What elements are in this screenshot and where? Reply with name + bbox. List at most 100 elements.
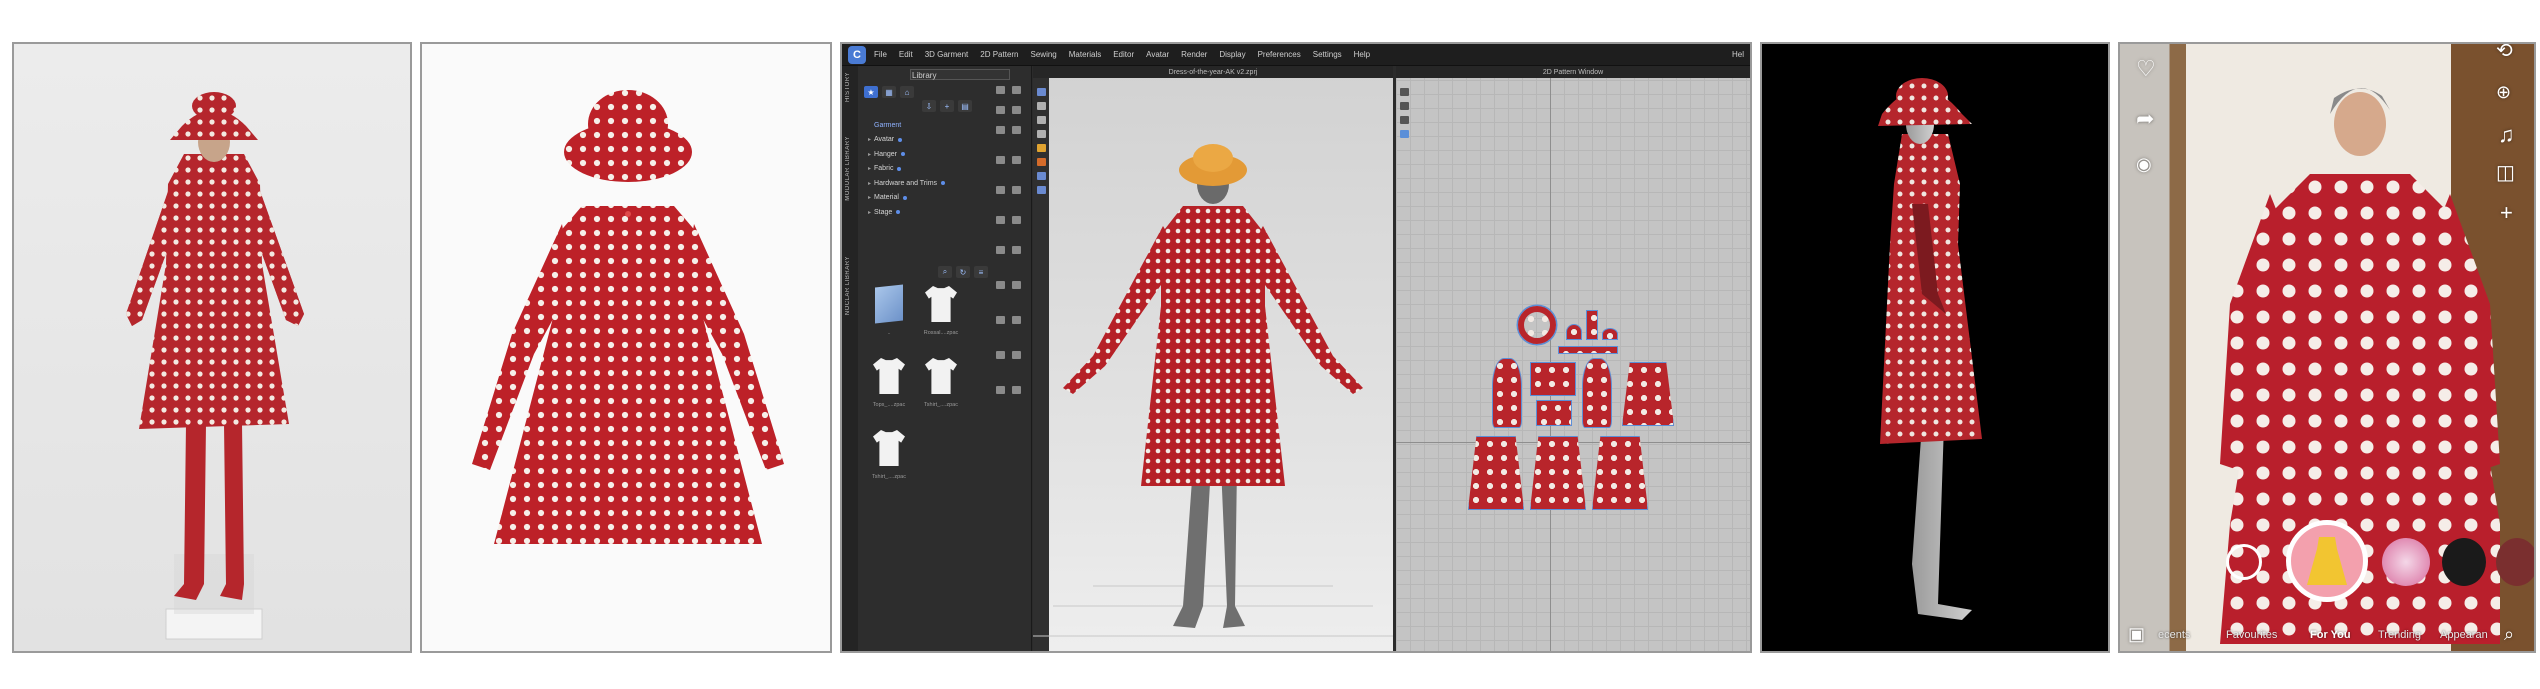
menu-render[interactable]: Render <box>1181 50 1207 59</box>
star-icon[interactable]: ★ <box>864 86 878 98</box>
effect-selected-button[interactable] <box>2286 520 2368 602</box>
fold-tool-icon[interactable] <box>996 106 1005 114</box>
menu-sewing[interactable]: Sewing <box>1031 50 1057 59</box>
pattern-piece-hat-brim[interactable] <box>1518 306 1556 344</box>
pattern-piece-skirt-back[interactable] <box>1622 362 1674 426</box>
menu-editor[interactable]: Editor <box>1113 50 1134 59</box>
effect-option-avatar[interactable] <box>2442 538 2486 586</box>
plus-icon[interactable]: + <box>2500 200 2513 226</box>
record-button[interactable] <box>2226 544 2262 580</box>
tree-item-hanger[interactable]: ▸ Hanger <box>868 147 945 162</box>
menu-help-right[interactable]: Hel <box>1732 50 1744 59</box>
grid-icon[interactable]: ▦ <box>882 86 896 98</box>
arrangement-tool-icon[interactable] <box>1012 281 1021 289</box>
tree-item-material[interactable]: ▸ Material <box>868 191 945 206</box>
gizmo-tool-icon[interactable] <box>1012 386 1021 394</box>
refresh-icon[interactable]: ↻ <box>956 266 970 278</box>
tree-item-garment[interactable]: Garment <box>868 118 945 133</box>
puckering-tool-icon[interactable] <box>1012 246 1021 254</box>
select-tool-icon[interactable] <box>996 86 1005 94</box>
search-effects-icon[interactable]: ⌕ <box>2504 624 2514 645</box>
thumb-garment[interactable]: Tops_....zpac <box>866 358 912 420</box>
measure-tool-icon[interactable] <box>996 126 1005 134</box>
tree-item-avatar[interactable]: ▸ Avatar <box>868 133 945 148</box>
pattern-piece-waistband[interactable] <box>1558 346 1618 354</box>
thumb-garment[interactable]: Rossal....zpac <box>918 286 964 348</box>
tab-noclar-library[interactable]: NOCLAR LIBRARY <box>845 256 851 315</box>
pattern-piece-skirt-front-right[interactable] <box>1592 436 1648 510</box>
menu-materials[interactable]: Materials <box>1069 50 1101 59</box>
download-icon[interactable]: ⇩ <box>922 100 936 112</box>
thumb-garment[interactable]: Tshirt_....zpac <box>866 430 912 492</box>
eye-icon[interactable]: ◉ <box>2136 154 2152 175</box>
pin-tool-icon[interactable] <box>1012 106 1021 114</box>
nav-appearance[interactable]: Appearan <box>2440 629 2488 641</box>
texture-tool-icon[interactable] <box>1012 156 1021 164</box>
nav-for-you[interactable]: For You <box>2310 629 2351 641</box>
2d-select-icon[interactable] <box>1400 88 1409 96</box>
brush-tool-icon[interactable] <box>996 156 1005 164</box>
seam-tool-icon[interactable] <box>1012 186 1021 194</box>
nav-recents[interactable]: ecents <box>2158 629 2190 641</box>
tree-item-stage[interactable]: ▸ Stage <box>868 205 945 220</box>
tack-tool-icon[interactable] <box>1012 126 1021 134</box>
menu-help[interactable]: Help <box>1354 50 1370 59</box>
grid-view-icon[interactable]: ▤ <box>958 100 972 112</box>
2d-pattern-window[interactable]: 2D Pattern Window <box>1396 66 1750 651</box>
pattern-piece-hat-crown[interactable] <box>1566 324 1582 340</box>
hanger-tool-icon[interactable] <box>1012 316 1021 324</box>
tab-history[interactable]: HISTORY <box>845 72 851 102</box>
music-icon[interactable]: ♫ <box>2498 122 2515 148</box>
app-logo: C <box>848 45 866 64</box>
menu-settings[interactable]: Settings <box>1313 50 1342 59</box>
search-icon[interactable]: ⌕ <box>938 266 952 278</box>
flip-camera-icon[interactable]: ⟲ <box>2496 44 2513 63</box>
nav-favourites[interactable]: Favourites <box>2226 629 2277 641</box>
pattern-piece-hat-top[interactable] <box>1602 328 1618 340</box>
menu-display[interactable]: Display <box>1219 50 1245 59</box>
thumb-folder-up[interactable]: .. <box>866 284 912 348</box>
2d-sew-icon[interactable] <box>1400 130 1409 138</box>
menu-edit[interactable]: Edit <box>899 50 913 59</box>
2d-move-icon[interactable] <box>1400 102 1409 110</box>
tree-item-hardware[interactable]: ▸ Hardware and Trims <box>868 176 946 191</box>
tree-item-fabric[interactable]: ▸ Fabric <box>868 162 945 177</box>
effect-option-dress[interactable] <box>2496 538 2534 586</box>
button-tool-icon[interactable] <box>996 216 1005 224</box>
nav-trending[interactable]: Trending <box>2378 629 2421 641</box>
menu-3d-garment[interactable]: 3D Garment <box>925 50 969 59</box>
camera-icon[interactable]: ◫ <box>2496 160 2515 185</box>
pattern-piece-hat-band[interactable] <box>1586 310 1598 340</box>
zipper-tool-icon[interactable] <box>1012 216 1021 224</box>
tape-tool-icon[interactable] <box>996 246 1005 254</box>
menu-preferences[interactable]: Preferences <box>1258 50 1301 59</box>
strengthen-tool-icon[interactable] <box>1012 351 1021 359</box>
pattern-piece-sleeve-left[interactable] <box>1492 358 1522 428</box>
thumb-garment[interactable]: Tshirt_....zpac <box>918 358 964 420</box>
3d-garment-window[interactable]: Dress-of-the-year-AK v2.zprj <box>1033 66 1393 651</box>
heart-icon[interactable]: ♡ <box>2136 56 2156 82</box>
move-tool-icon[interactable] <box>1012 86 1021 94</box>
tab-modular-library[interactable]: MODULAR LIBRARY <box>845 136 851 201</box>
segment-tool-icon[interactable] <box>996 186 1005 194</box>
hanger-icon[interactable]: ⌂ <box>900 86 914 98</box>
menu-2d-pattern[interactable]: 2D Pattern <box>980 50 1018 59</box>
share-icon[interactable]: ➦ <box>2136 106 2154 132</box>
menu-file[interactable]: File <box>874 50 887 59</box>
pattern-piece-sleeve-right[interactable] <box>1582 358 1612 428</box>
2d-edit-icon[interactable] <box>1400 116 1409 124</box>
add-icon[interactable]: + <box>940 100 954 112</box>
avatar-tool-icon[interactable] <box>996 281 1005 289</box>
add-video-icon[interactable]: ⊕ <box>2496 82 2511 103</box>
pattern-piece-bodice-front[interactable] <box>1530 362 1576 396</box>
list-icon[interactable]: ≡ <box>974 266 988 278</box>
recent-icon[interactable]: ▣ <box>2128 624 2145 645</box>
cut-tool-icon[interactable] <box>996 386 1005 394</box>
snap-tool-icon[interactable] <box>996 351 1005 359</box>
pattern-piece-skirt-front-left[interactable] <box>1468 436 1524 510</box>
effect-option-cat[interactable] <box>2382 538 2430 586</box>
pattern-piece-bodice-back[interactable] <box>1536 400 1572 426</box>
menu-avatar[interactable]: Avatar <box>1146 50 1169 59</box>
pose-tool-icon[interactable] <box>996 316 1005 324</box>
pattern-piece-skirt-front-center[interactable] <box>1530 436 1586 510</box>
